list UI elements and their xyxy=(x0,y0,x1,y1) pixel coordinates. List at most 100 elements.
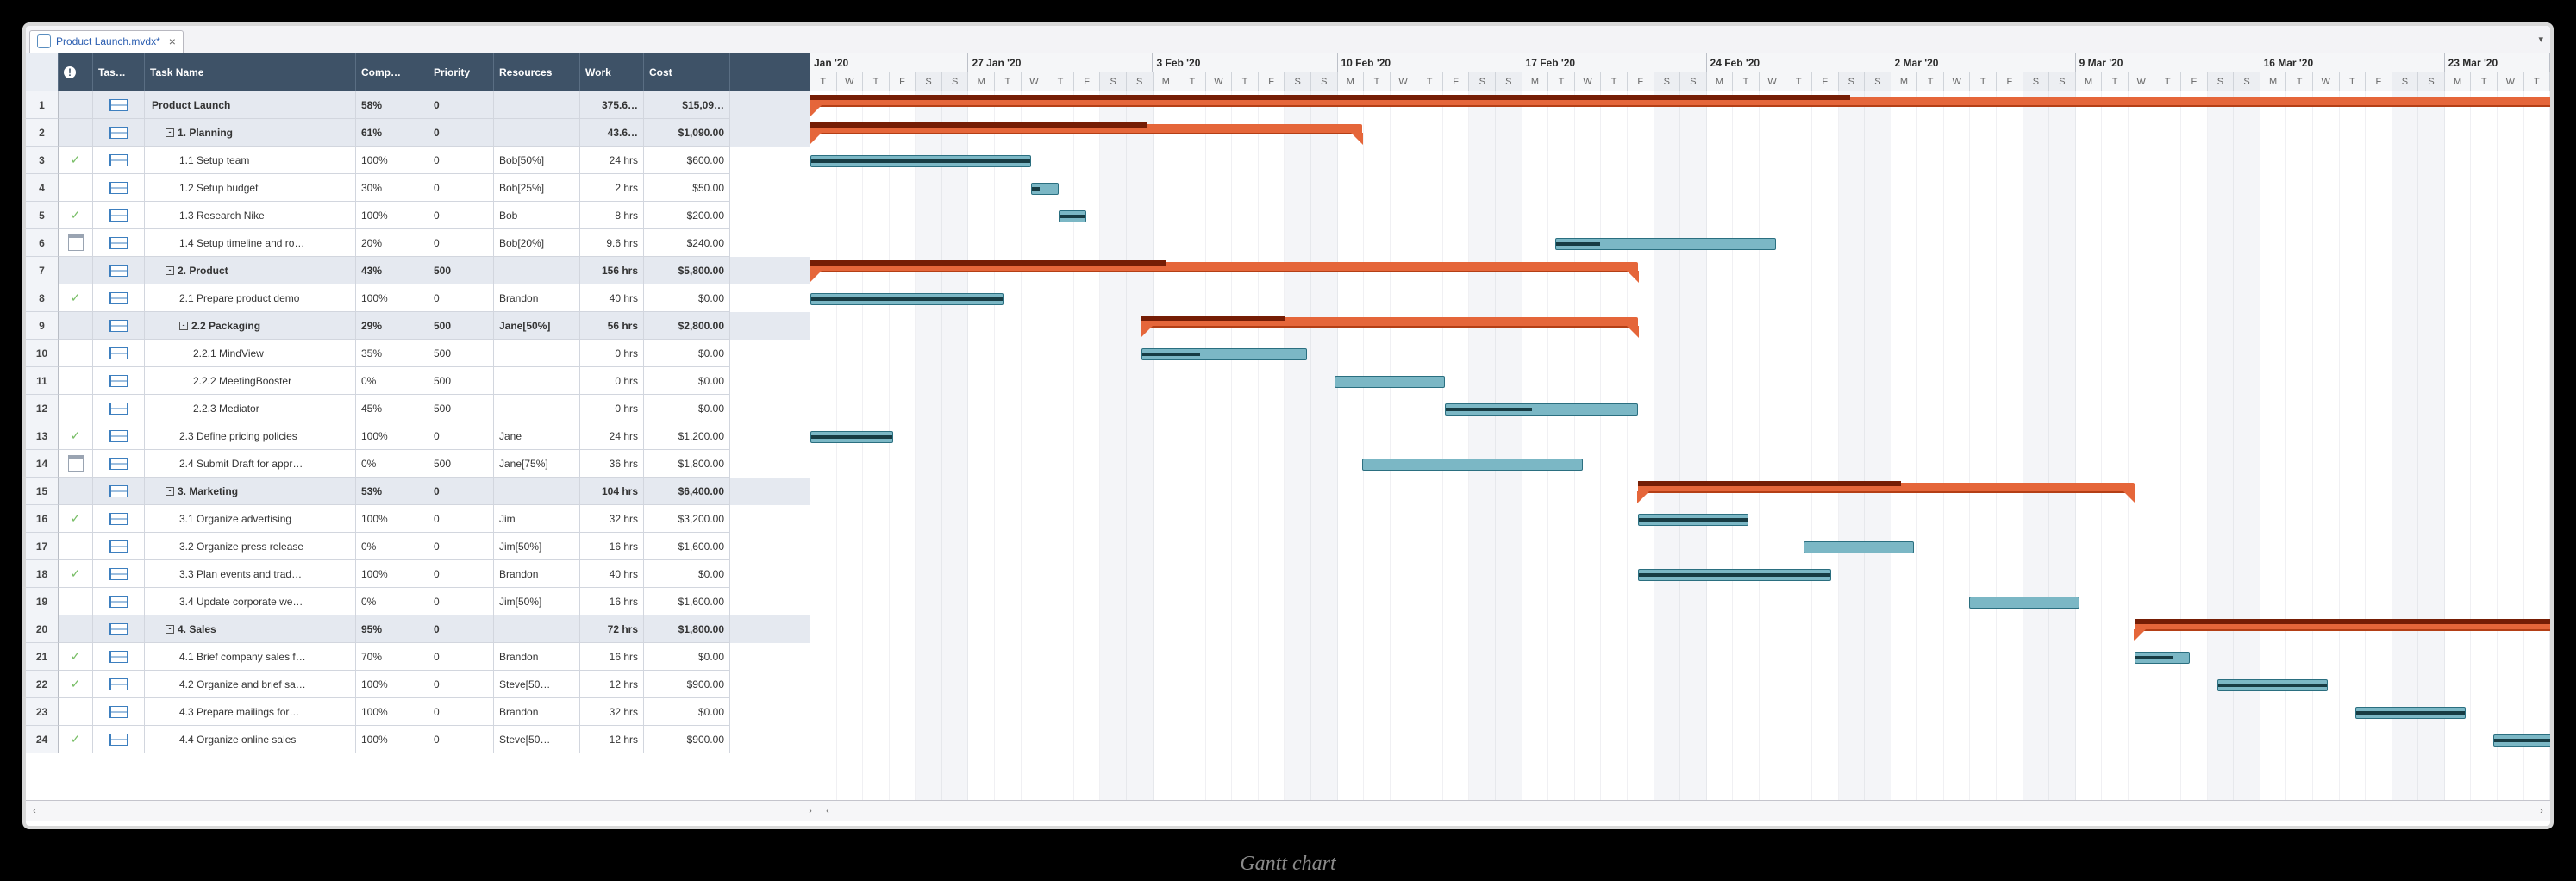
cost-cell[interactable]: $1,600.00 xyxy=(644,533,730,560)
priority-cell[interactable]: 0 xyxy=(428,119,494,147)
table-row[interactable]: 193.4 Update corporate we…0%0Jim[50%]16 … xyxy=(26,588,810,615)
task-bar[interactable] xyxy=(1031,183,1059,195)
complete-cell[interactable]: 43% xyxy=(356,257,428,284)
row-number[interactable]: 23 xyxy=(26,698,59,726)
complete-cell[interactable]: 0% xyxy=(356,450,428,478)
gantt-row[interactable] xyxy=(810,395,2550,422)
row-number[interactable]: 11 xyxy=(26,367,59,395)
priority-cell[interactable]: 0 xyxy=(428,643,494,671)
task-name-cell[interactable]: 3.4 Update corporate we… xyxy=(145,588,356,615)
table-row[interactable]: 15-3. Marketing53%0104 hrs$6,400.00 xyxy=(26,478,810,505)
summary-bar[interactable] xyxy=(810,124,1362,134)
task-bar[interactable] xyxy=(1555,238,1776,250)
close-icon[interactable]: × xyxy=(169,34,176,48)
cost-cell[interactable]: $1,600.00 xyxy=(644,588,730,615)
complete-cell[interactable]: 100% xyxy=(356,202,428,229)
work-cell[interactable]: 0 hrs xyxy=(580,395,644,422)
resources-cell[interactable] xyxy=(494,119,580,147)
task-bar[interactable] xyxy=(1362,459,1583,471)
priority-cell[interactable]: 500 xyxy=(428,257,494,284)
priority-cell[interactable]: 0 xyxy=(428,615,494,643)
work-cell[interactable]: 56 hrs xyxy=(580,312,644,340)
priority-cell[interactable]: 0 xyxy=(428,671,494,698)
resources-cell[interactable]: Jim[50%] xyxy=(494,588,580,615)
cost-cell[interactable]: $0.00 xyxy=(644,395,730,422)
gantt-row[interactable] xyxy=(810,229,2550,257)
col-resources[interactable]: Resources xyxy=(494,53,580,91)
task-name-cell[interactable]: 4.4 Organize online sales xyxy=(145,726,356,753)
col-info[interactable]: ! xyxy=(59,53,93,91)
summary-bar[interactable] xyxy=(2135,621,2550,631)
task-name-cell[interactable]: 3.2 Organize press release xyxy=(145,533,356,560)
resources-cell[interactable]: Bob[50%] xyxy=(494,147,580,174)
row-number[interactable]: 24 xyxy=(26,726,59,753)
complete-cell[interactable]: 100% xyxy=(356,560,428,588)
task-name-cell[interactable]: 2.1 Prepare product demo xyxy=(145,284,356,312)
task-name-cell[interactable]: 1.1 Setup team xyxy=(145,147,356,174)
row-number[interactable]: 20 xyxy=(26,615,59,643)
task-bar[interactable] xyxy=(1638,569,1831,581)
complete-cell[interactable]: 35% xyxy=(356,340,428,367)
gantt-row[interactable] xyxy=(810,478,2550,505)
priority-cell[interactable]: 0 xyxy=(428,174,494,202)
gantt-row[interactable] xyxy=(810,202,2550,229)
row-number[interactable]: 16 xyxy=(26,505,59,533)
priority-cell[interactable]: 0 xyxy=(428,147,494,174)
task-bar[interactable] xyxy=(1638,514,1748,526)
row-number[interactable]: 7 xyxy=(26,257,59,284)
table-row[interactable]: 1Product Launch58%0375.6…$15,09… xyxy=(26,91,810,119)
complete-cell[interactable]: 30% xyxy=(356,174,428,202)
priority-cell[interactable]: 0 xyxy=(428,560,494,588)
complete-cell[interactable]: 0% xyxy=(356,533,428,560)
task-bar[interactable] xyxy=(2355,707,2466,719)
complete-cell[interactable]: 58% xyxy=(356,91,428,119)
table-row[interactable]: 102.2.1 MindView35%5000 hrs$0.00 xyxy=(26,340,810,367)
table-row[interactable]: 51.3 Research Nike100%0Bob8 hrs$200.00 xyxy=(26,202,810,229)
summary-bar[interactable] xyxy=(1638,483,2135,493)
complete-cell[interactable]: 45% xyxy=(356,395,428,422)
complete-cell[interactable]: 100% xyxy=(356,147,428,174)
task-name-cell[interactable]: 4.2 Organize and brief sa… xyxy=(145,671,356,698)
task-bar[interactable] xyxy=(810,431,893,443)
complete-cell[interactable]: 20% xyxy=(356,229,428,257)
work-cell[interactable]: 12 hrs xyxy=(580,726,644,753)
col-name[interactable]: Task Name xyxy=(145,53,356,91)
resources-cell[interactable]: Bob[20%] xyxy=(494,229,580,257)
table-row[interactable]: 9-2.2 Packaging29%500Jane[50%]56 hrs$2,8… xyxy=(26,312,810,340)
priority-cell[interactable]: 500 xyxy=(428,312,494,340)
work-cell[interactable]: 9.6 hrs xyxy=(580,229,644,257)
task-bar[interactable] xyxy=(810,155,1031,167)
task-grid[interactable]: ! Tas… Task Name Comp… Priority Resource… xyxy=(26,53,810,800)
work-cell[interactable]: 156 hrs xyxy=(580,257,644,284)
col-work[interactable]: Work xyxy=(580,53,644,91)
gantt-row[interactable] xyxy=(810,698,2550,726)
row-number[interactable]: 4 xyxy=(26,174,59,202)
priority-cell[interactable]: 0 xyxy=(428,91,494,119)
task-bar[interactable] xyxy=(1445,403,1638,416)
cost-cell[interactable]: $0.00 xyxy=(644,698,730,726)
work-cell[interactable]: 12 hrs xyxy=(580,671,644,698)
cost-cell[interactable]: $1,800.00 xyxy=(644,450,730,478)
gantt-row[interactable] xyxy=(810,367,2550,395)
priority-cell[interactable]: 500 xyxy=(428,367,494,395)
gantt-row[interactable] xyxy=(810,119,2550,147)
task-bar[interactable] xyxy=(810,293,1004,305)
resources-cell[interactable]: Bob xyxy=(494,202,580,229)
row-number[interactable]: 6 xyxy=(26,229,59,257)
work-cell[interactable]: 72 hrs xyxy=(580,615,644,643)
row-number[interactable]: 14 xyxy=(26,450,59,478)
gantt-row[interactable] xyxy=(810,615,2550,643)
work-cell[interactable]: 16 hrs xyxy=(580,533,644,560)
priority-cell[interactable]: 0 xyxy=(428,505,494,533)
row-number[interactable]: 13 xyxy=(26,422,59,450)
cost-cell[interactable]: $600.00 xyxy=(644,147,730,174)
col-complete[interactable]: Comp… xyxy=(356,53,428,91)
grid-body[interactable]: 1Product Launch58%0375.6…$15,09…2-1. Pla… xyxy=(26,91,810,800)
table-row[interactable]: 122.2.3 Mediator45%5000 hrs$0.00 xyxy=(26,395,810,422)
task-name-cell[interactable]: -3. Marketing xyxy=(145,478,356,505)
gantt-row[interactable] xyxy=(810,91,2550,119)
gantt-row[interactable] xyxy=(810,588,2550,615)
priority-cell[interactable]: 0 xyxy=(428,478,494,505)
row-number[interactable]: 12 xyxy=(26,395,59,422)
task-name-cell[interactable]: 3.3 Plan events and trad… xyxy=(145,560,356,588)
